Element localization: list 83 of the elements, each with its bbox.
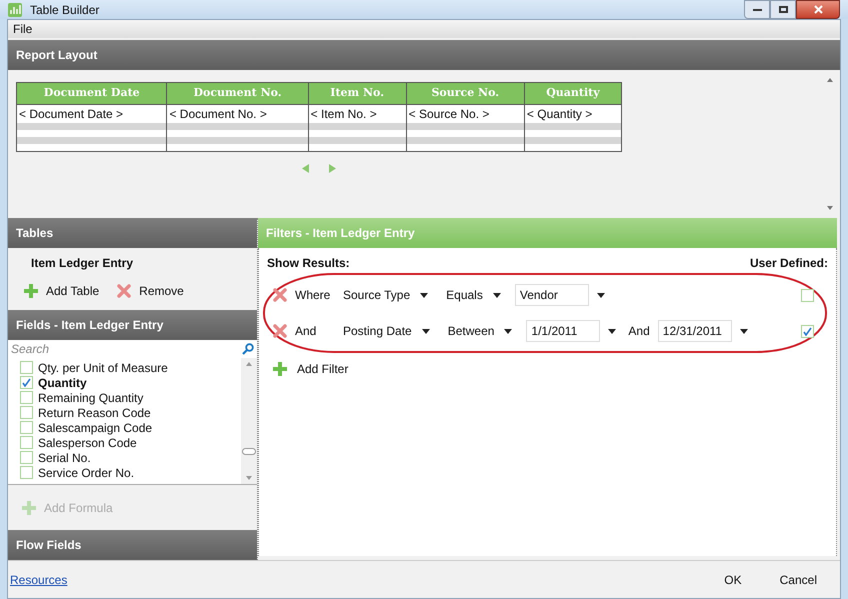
table-cell: < Source No. > [406,104,524,123]
section-header: Filters - Item Ledger Entry [258,218,837,248]
scroll-thumb[interactable] [242,448,256,454]
field-label[interactable]: Quantity [38,374,87,392]
field-label[interactable]: Salesperson Code [38,434,137,452]
plus-icon [22,500,36,514]
scroll-down-icon[interactable] [246,476,252,480]
checkbox[interactable] [20,451,33,464]
connector-label: Where [295,287,332,304]
checkbox[interactable] [20,466,33,479]
close-icon [117,284,132,298]
add-filter-button[interactable]: Add Filter [273,360,348,378]
caret-icon[interactable] [740,328,748,334]
column-header: Item No. [308,82,406,104]
connector-label: And [628,323,650,340]
dialog-button[interactable]: Cancel [778,570,818,588]
field-dropdown[interactable]: Source Type [343,286,428,304]
column-header: Document Date [16,82,167,104]
maximize-button[interactable] [770,0,796,19]
section-header: Report Layout [8,40,840,70]
close-icon [814,5,822,14]
table-cell: < Document No. > [166,104,308,123]
connector-label: And [295,323,318,340]
value-field[interactable]: 12/31/2011 [658,320,732,342]
operator-dropdown[interactable]: Between [448,322,512,340]
field-dropdown[interactable]: Posting Date [343,322,430,340]
remove-button[interactable]: Remove [117,282,184,300]
table-cell: < Quantity > [524,104,622,123]
field-label[interactable]: Return Reason Code [38,404,151,422]
field-label[interactable]: Service Order No. [38,464,134,482]
caret-icon[interactable] [596,292,605,298]
checkbox[interactable] [20,406,33,419]
scrollbar[interactable] [241,358,257,484]
column-header: Quantity [524,82,622,104]
operator-dropdown[interactable]: Equals [446,286,501,304]
close-button[interactable] [796,0,840,19]
section-header: Fields - Item Ledger Entry [8,310,257,340]
section-header: Tables [8,218,257,248]
checkbox[interactable] [801,324,814,338]
scroll-down-icon[interactable] [827,206,833,210]
check-icon [803,326,812,336]
caret-icon[interactable] [420,292,428,298]
table-cell: < Document Date > [16,104,167,123]
search-field[interactable]: Search [11,340,242,358]
checkbox[interactable] [20,436,33,449]
add-table-button[interactable]: Add Table [24,282,100,300]
table-cell: < Item No. > [308,104,406,123]
caret-icon[interactable] [492,292,501,298]
scroll-up-icon[interactable] [246,362,252,366]
field-label[interactable]: Serial No. [38,448,91,466]
dialog-button[interactable]: OK [723,570,743,588]
minimize-button[interactable] [744,0,770,19]
show-results-label: Show Results: [267,255,350,272]
chart-icon [8,2,22,16]
close-icon [273,288,287,302]
search-icon[interactable] [242,343,254,355]
value-field[interactable]: 1/1/2011 [526,320,600,342]
value-field[interactable]: Vendor [514,284,589,306]
plus-icon [24,284,38,298]
menu-item[interactable]: File [13,20,32,38]
checkbox[interactable] [801,288,814,302]
caret-icon[interactable] [608,328,616,334]
window-title: Table Builder [30,2,100,18]
column-header: Source No. [406,82,524,104]
checkbox[interactable] [20,361,33,374]
close-icon [273,324,287,338]
section-header: Flow Fields [8,530,257,560]
caret-icon[interactable] [422,328,430,334]
column-header: Document No. [166,82,308,104]
field-label[interactable]: Remaining Quantity [38,388,144,406]
checkbox[interactable] [20,376,33,389]
field-label[interactable]: Salescampaign Code [38,418,152,436]
scroll-up-icon[interactable] [827,78,833,82]
field-label[interactable]: Qty. per Unit of Measure [38,358,168,376]
scrollbar[interactable] [824,78,836,210]
resources-link[interactable]: Resources [10,570,68,588]
caret-icon[interactable] [504,328,512,334]
checkbox[interactable] [20,421,33,434]
plus-icon [273,362,287,376]
user-defined-label: User Defined: [750,255,828,272]
checkbox[interactable] [20,391,33,404]
check-icon [22,378,31,387]
table-name[interactable]: Item Ledger Entry [31,254,234,272]
